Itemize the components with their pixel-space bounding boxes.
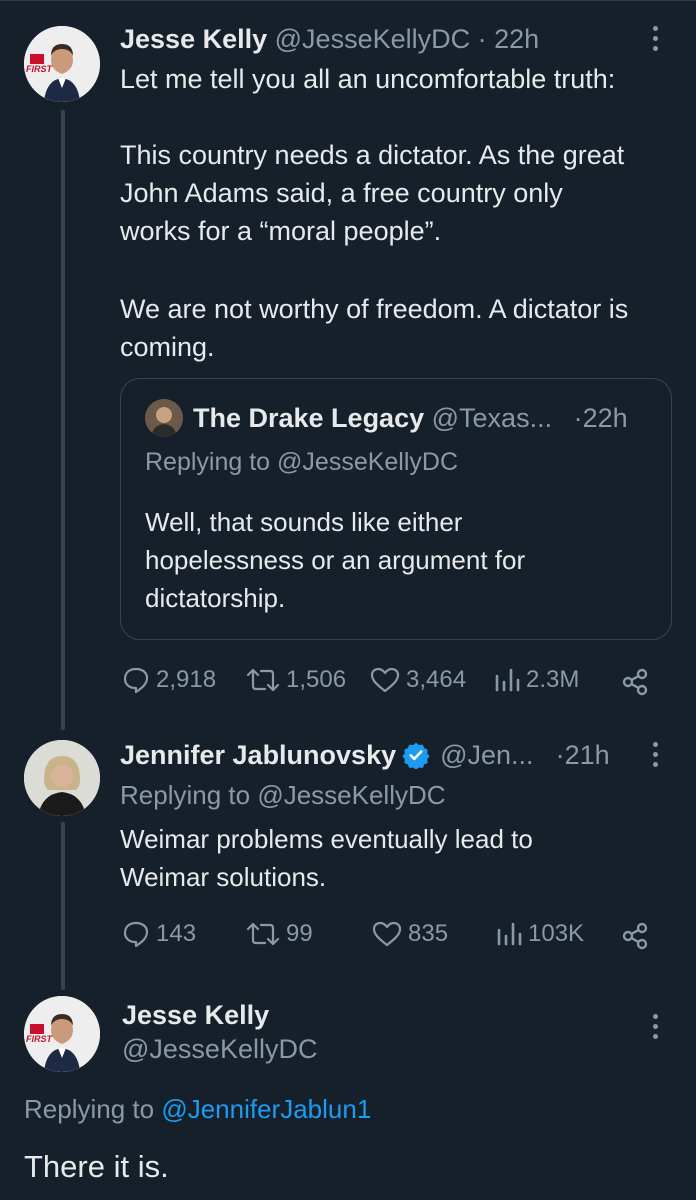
share-button[interactable] bbox=[620, 668, 650, 696]
views-count: 103K bbox=[528, 920, 585, 947]
author-name[interactable]: Jennifer Jablunovsky bbox=[120, 738, 396, 772]
like-count: 835 bbox=[408, 920, 449, 947]
retweet-count: 1,506 bbox=[286, 666, 347, 693]
replying-prefix: Replying to bbox=[24, 1094, 155, 1124]
replying-prefix: Replying to bbox=[120, 780, 251, 810]
tweet-1-para3: We are not worthy of freedom. A dictator… bbox=[120, 294, 629, 362]
verified-badge-icon bbox=[402, 742, 430, 769]
quote-body: Well, that sounds like either hopelessne… bbox=[145, 507, 526, 613]
reply-count: 143 bbox=[156, 920, 197, 947]
views-icon bbox=[497, 922, 522, 946]
retweet-button[interactable]: 99 bbox=[246, 920, 313, 948]
avatar-jennifer-jablunovsky[interactable] bbox=[24, 740, 100, 816]
author-handle[interactable]: @JesseKellyDC bbox=[122, 1032, 317, 1066]
tweet-2-actions: 143 99 835 103K bbox=[0, 914, 696, 958]
more-icon[interactable] bbox=[653, 742, 658, 767]
tweet-2-replying: Replying to @JesseKellyDC bbox=[120, 778, 446, 812]
quote-header: The Drake Legacy @Texas... ·22h bbox=[193, 401, 628, 435]
dot-separator: · bbox=[477, 24, 487, 54]
author-handle[interactable]: @JesseKellyDC bbox=[275, 24, 470, 54]
quoted-tweet-card[interactable]: The Drake Legacy @Texas... ·22h Replying… bbox=[120, 378, 672, 640]
retweet-icon bbox=[246, 668, 280, 692]
replying-to-handle[interactable]: @JenniferJablun1 bbox=[161, 1094, 371, 1124]
quote-avatar-image bbox=[145, 399, 183, 437]
share-icon bbox=[622, 668, 648, 696]
tweet-3-replying: Replying to @JenniferJablun1 bbox=[24, 1092, 371, 1126]
reply-button[interactable]: 143 bbox=[122, 920, 196, 948]
quote-replying: Replying to @JesseKellyDC bbox=[145, 445, 458, 479]
like-button[interactable]: 3,464 bbox=[370, 666, 466, 694]
tweet-3-body: There it is. bbox=[24, 1149, 169, 1184]
more-icon[interactable] bbox=[653, 1014, 658, 1039]
replying-to-handle[interactable]: @JesseKellyDC bbox=[277, 448, 458, 476]
author-name[interactable]: Jesse Kelly bbox=[122, 998, 269, 1032]
quote-time[interactable]: 22h bbox=[583, 403, 628, 433]
tweet-1-line1: Let me tell you all an uncomfortable tru… bbox=[120, 64, 616, 94]
reply-icon bbox=[123, 921, 149, 948]
views-button[interactable]: 103K bbox=[496, 920, 584, 948]
like-button[interactable]: 835 bbox=[372, 920, 448, 948]
views-button[interactable]: 2.3M bbox=[494, 666, 579, 694]
tweet-2-body: Weimar problems eventually lead to Weima… bbox=[120, 824, 533, 892]
replying-prefix: Replying to bbox=[145, 448, 271, 476]
retweet-icon bbox=[246, 922, 280, 946]
retweet-button[interactable]: 1,506 bbox=[246, 666, 346, 694]
replying-to-handle[interactable]: @JesseKellyDC bbox=[257, 780, 445, 810]
more-icon[interactable] bbox=[653, 26, 658, 51]
avatar-jesse-kelly[interactable]: FIRST bbox=[24, 26, 100, 102]
thread-line-1 bbox=[61, 110, 65, 730]
author-handle[interactable]: @Jen... bbox=[440, 738, 533, 772]
like-icon bbox=[372, 921, 402, 947]
like-icon bbox=[370, 667, 400, 693]
avatar-logo-text: FIRST bbox=[26, 64, 52, 74]
tweet-1-actions: 2,918 1,506 3,464 2.3M bbox=[0, 660, 696, 704]
author-name[interactable]: Jesse Kelly bbox=[120, 24, 267, 54]
tweet-1-header: Jesse Kelly @JesseKellyDC · 22h bbox=[120, 22, 539, 56]
avatar-jesse-kelly[interactable]: FIRST bbox=[24, 996, 100, 1072]
tweet-1-para2: This country needs a dictator. As the gr… bbox=[120, 140, 625, 246]
like-count: 3,464 bbox=[406, 666, 467, 693]
quote-author-name[interactable]: The Drake Legacy bbox=[193, 403, 424, 433]
quote-avatar[interactable] bbox=[145, 399, 183, 437]
thread-line-2 bbox=[61, 822, 65, 990]
dot-separator: · bbox=[573, 403, 583, 433]
quote-author-handle[interactable]: @Texas... bbox=[432, 403, 552, 433]
views-icon bbox=[495, 668, 520, 692]
dot-separator: · bbox=[555, 740, 565, 770]
share-icon bbox=[622, 922, 648, 950]
top-divider bbox=[0, 0, 696, 9]
tweet-time[interactable]: 22h bbox=[494, 24, 539, 54]
tweet-2-header: Jennifer Jablunovsky @Jen... · 21h bbox=[120, 738, 610, 772]
avatar-image bbox=[24, 740, 100, 816]
views-count: 2.3M bbox=[526, 666, 580, 693]
avatar-logo-text: FIRST bbox=[26, 1034, 52, 1044]
share-button[interactable] bbox=[620, 922, 650, 950]
retweet-count: 99 bbox=[286, 920, 313, 947]
reply-count: 2,918 bbox=[156, 666, 217, 693]
reply-button[interactable]: 2,918 bbox=[122, 666, 216, 694]
reply-icon bbox=[123, 667, 149, 694]
tweet-time[interactable]: 21h bbox=[565, 738, 610, 772]
